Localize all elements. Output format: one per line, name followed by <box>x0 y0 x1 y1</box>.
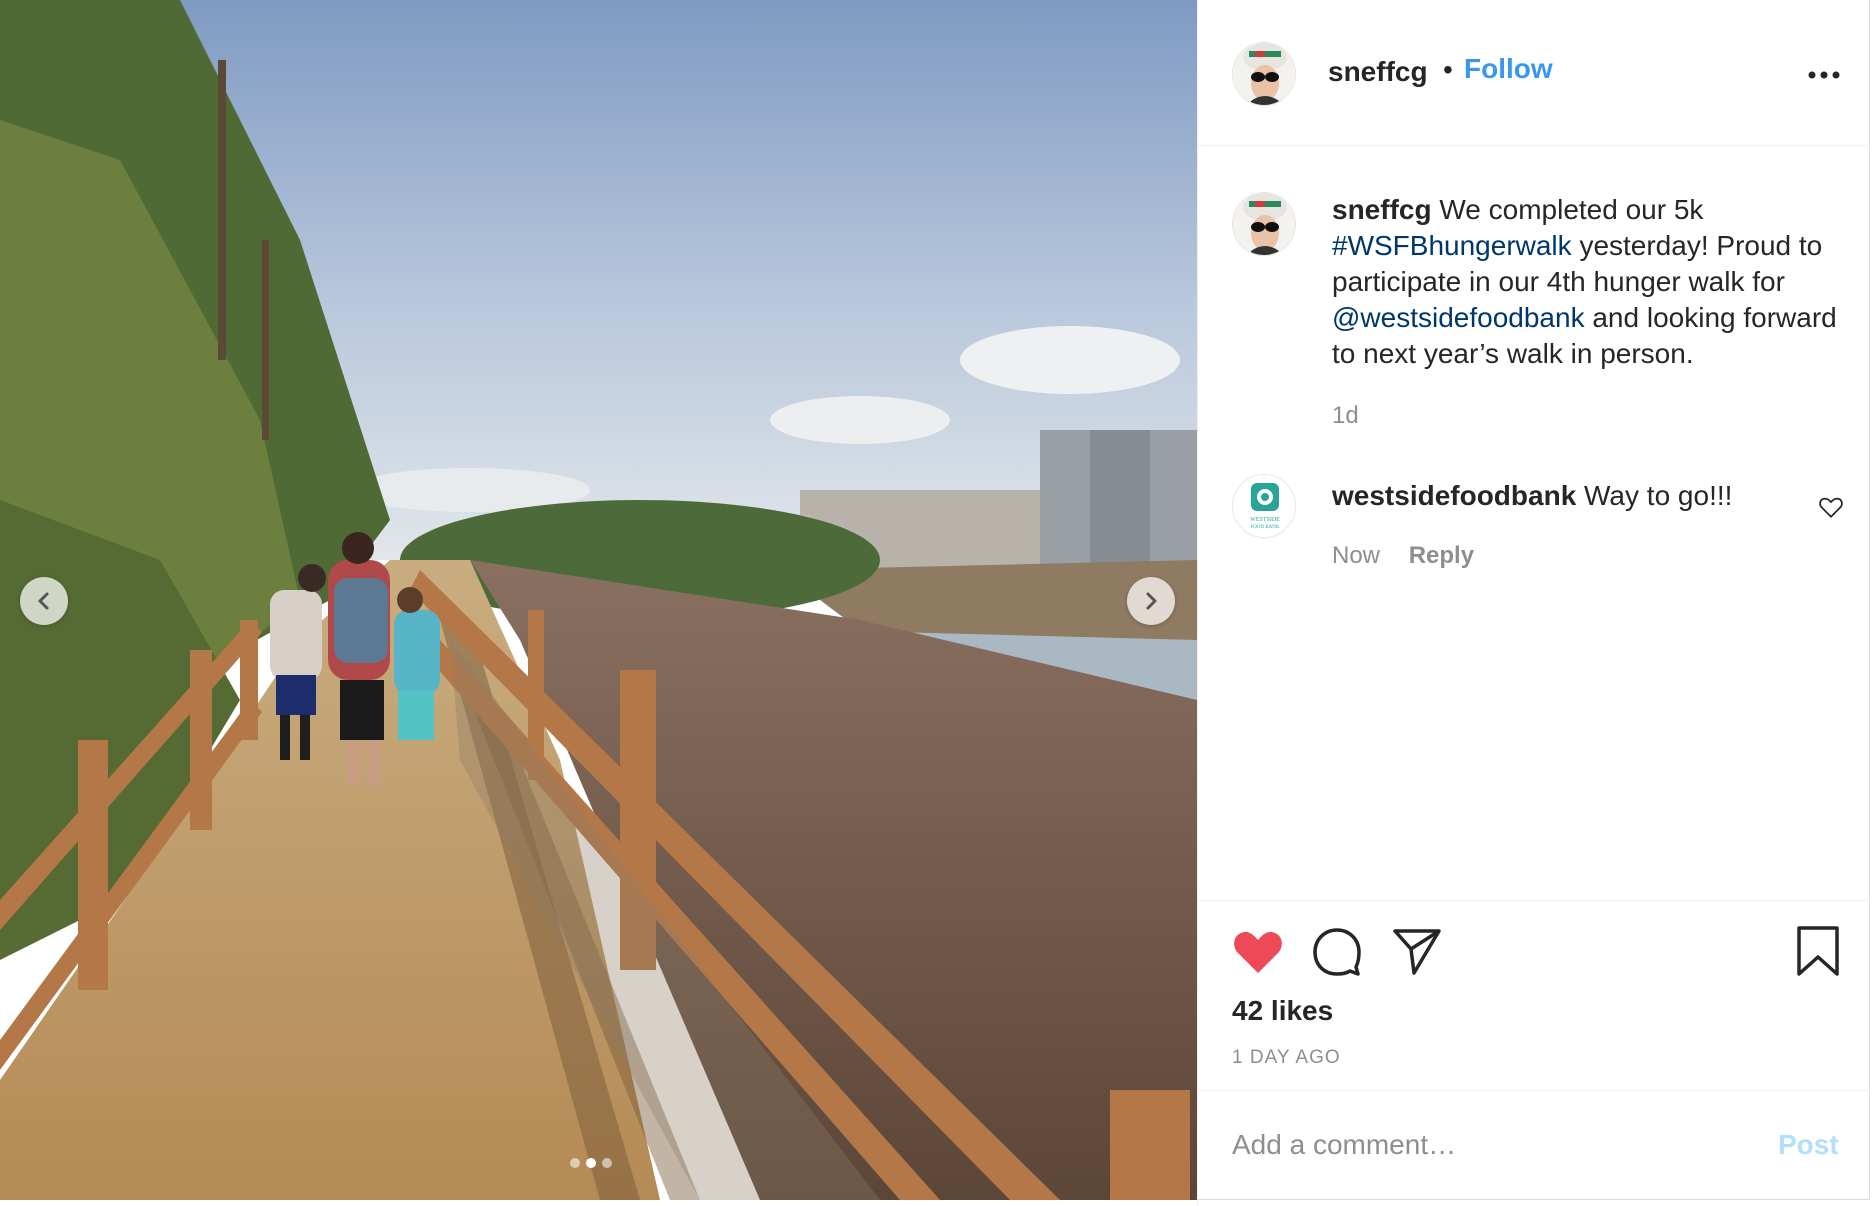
post-caption: sneffcg We completed our 5k #WSFBhungerw… <box>1332 192 1852 372</box>
caption-hashtag-link[interactable]: #WSFBhungerwalk <box>1332 230 1572 261</box>
more-options-icon[interactable] <box>1804 60 1844 90</box>
caption-avatar-image <box>1233 193 1295 255</box>
author-username[interactable]: sneffcg <box>1328 56 1428 88</box>
bookmark-icon[interactable] <box>1796 925 1840 977</box>
westside-food-bank-logo: WESTSIDE FOOD BANK <box>1233 475 1295 537</box>
logo-text-1: WESTSIDE <box>1250 517 1280 523</box>
add-comment-bar: Post <box>1198 1090 1870 1200</box>
comment-timestamp[interactable]: Now <box>1332 542 1380 569</box>
comment-input[interactable] <box>1232 1123 1732 1167</box>
post-image <box>0 0 1197 1200</box>
heart-filled-icon[interactable] <box>1232 927 1284 975</box>
carousel-dot <box>570 1158 580 1168</box>
post-date[interactable]: 1 DAY AGO <box>1232 1047 1341 1069</box>
chevron-left-icon <box>38 592 49 610</box>
caption-text-1: We completed our 5k <box>1439 194 1704 225</box>
carousel-indicator <box>570 1158 612 1168</box>
post-panel: sneffcg • Follow sneffcg We completed ou… <box>1197 0 1872 1206</box>
post-header: sneffcg • Follow <box>1198 0 1870 146</box>
caption-author-avatar[interactable] <box>1232 192 1296 256</box>
commenter-avatar[interactable]: WESTSIDE FOOD BANK <box>1232 474 1296 538</box>
author-avatar-image <box>1233 43 1295 105</box>
author-avatar[interactable] <box>1232 42 1296 106</box>
carousel-next-button[interactable] <box>1127 577 1175 625</box>
comment-username[interactable]: westsidefoodbank <box>1332 480 1576 511</box>
share-icon[interactable] <box>1392 927 1442 975</box>
carousel-dot <box>602 1158 612 1168</box>
post-photo[interactable] <box>0 0 1197 1200</box>
chevron-right-icon <box>1146 592 1157 610</box>
caption-timestamp[interactable]: 1d <box>1332 402 1359 430</box>
follow-button[interactable]: Follow <box>1464 53 1553 85</box>
post-comment-button[interactable]: Post <box>1778 1129 1839 1161</box>
comment-heart-icon[interactable] <box>1818 494 1844 520</box>
like-count[interactable]: 42 likes <box>1232 995 1333 1027</box>
caption-username[interactable]: sneffcg <box>1332 194 1432 225</box>
comment-text: Way to go!!! <box>1584 480 1733 511</box>
caption-mention-link[interactable]: @westsidefoodbank <box>1332 302 1585 333</box>
carousel-dot-active <box>586 1158 596 1168</box>
post-actions: 42 likes 1 DAY AGO <box>1198 900 1870 1090</box>
comments-section: sneffcg We completed our 5k #WSFBhungerw… <box>1198 146 1870 900</box>
carousel-prev-button[interactable] <box>20 577 68 625</box>
logo-text-2: FOOD BANK <box>1250 525 1279 530</box>
comment-body: westsidefoodbank Way to go!!! <box>1332 478 1732 514</box>
comment-meta: Now Reply <box>1332 542 1474 570</box>
reply-button[interactable]: Reply <box>1409 542 1474 569</box>
comment-icon[interactable] <box>1312 927 1362 977</box>
separator-dot: • <box>1443 54 1453 85</box>
